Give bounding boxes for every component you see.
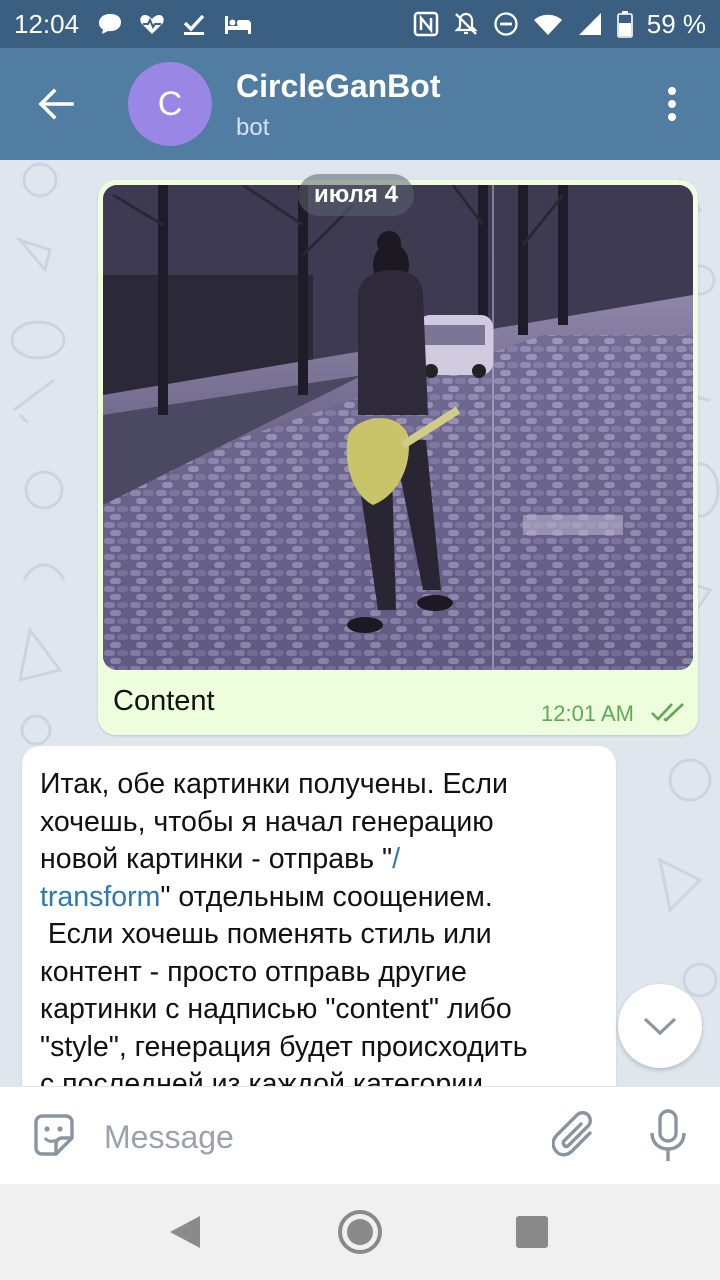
chat-title[interactable]: CircleGanBot <box>236 68 440 105</box>
scroll-down-button[interactable] <box>618 984 702 1068</box>
status-time: 12:04 <box>14 8 80 39</box>
message-photo[interactable] <box>103 185 693 670</box>
avatar[interactable]: C <box>128 62 212 146</box>
bed-icon <box>225 16 252 34</box>
nav-home-icon[interactable] <box>336 1208 384 1256</box>
battery-icon <box>616 11 633 38</box>
dnd-icon <box>494 12 518 36</box>
heart-pulse-icon <box>140 15 164 34</box>
chat-icon <box>99 14 122 34</box>
nfc-icon <box>413 11 438 37</box>
nav-back-icon[interactable] <box>168 1214 202 1250</box>
command-link[interactable]: / <box>392 843 400 875</box>
mic-icon[interactable] <box>648 1109 688 1163</box>
message-caption: Content <box>113 685 215 717</box>
date-label: июля 4 <box>298 174 414 216</box>
more-vert-icon[interactable] <box>660 84 684 124</box>
attach-icon[interactable] <box>552 1111 598 1161</box>
incoming-message-bubble[interactable]: Итак, обе картинки получены. Если хочешь… <box>22 746 616 1086</box>
signal-icon <box>578 13 601 35</box>
status-bar: 12:04 59 % <box>0 0 720 48</box>
command-link[interactable]: transform <box>40 881 160 913</box>
battery-percent: 59 % <box>646 8 706 39</box>
sticker-icon[interactable] <box>30 1112 78 1160</box>
message-time: 12:01 AM <box>541 701 634 726</box>
nav-recent-icon[interactable] <box>516 1216 548 1248</box>
chat-subtitle: bot <box>236 114 270 141</box>
back-arrow-icon[interactable] <box>36 84 76 124</box>
message-input[interactable] <box>102 1107 526 1167</box>
mute-bell-icon <box>454 12 478 35</box>
message-composer <box>0 1086 720 1184</box>
outgoing-message-bubble[interactable]: Content 12:01 AM <box>98 180 698 735</box>
message-text: Итак, обе картинки получены. Если хочешь… <box>40 768 528 1086</box>
system-nav-bar <box>0 1184 720 1280</box>
chat-header: C CircleGanBot bot <box>0 48 720 160</box>
chevron-down-icon <box>643 1017 677 1036</box>
double-check-icon <box>651 703 684 722</box>
wifi-icon <box>533 14 562 35</box>
checkmark-icon <box>183 14 205 35</box>
chat-area[interactable]: Content 12:01 AM июля 4 Итак, обе картин… <box>0 160 720 1086</box>
photo-street-scene <box>103 185 693 670</box>
